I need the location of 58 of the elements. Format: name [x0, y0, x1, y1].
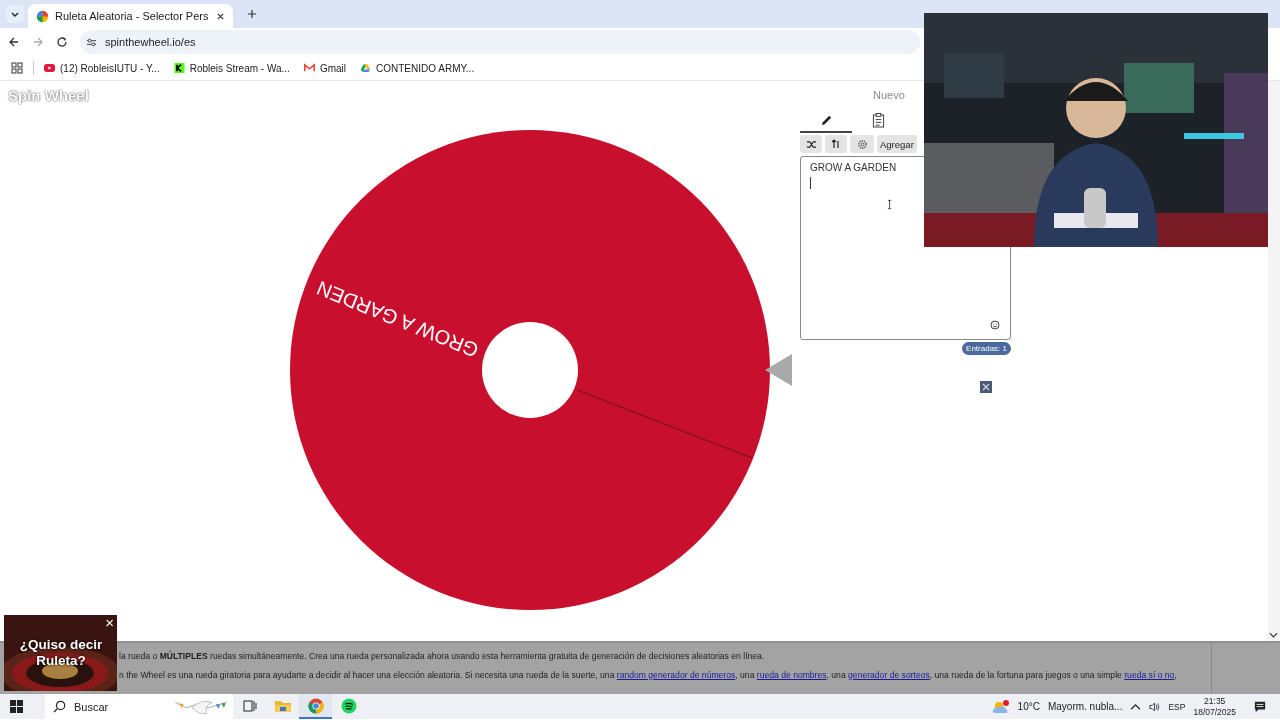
apps-grid-icon[interactable] [11, 62, 23, 74]
settings-icon [856, 138, 868, 150]
add-button[interactable]: Agregar [877, 135, 917, 153]
reload-icon[interactable] [56, 36, 68, 48]
language-text[interactable]: ESP [1168, 701, 1186, 712]
tab-list-icon[interactable] [6, 5, 24, 23]
entries-count-badge: Entradas: 1 [962, 342, 1011, 355]
new-tab-icon[interactable] [247, 9, 257, 19]
ad-headline[interactable]: ¿Quiso decir Ruleta? [10, 637, 112, 669]
play-logo-icon [44, 63, 55, 73]
site-logo[interactable]: Spin Wheel [8, 86, 128, 104]
pencil-icon [819, 113, 833, 127]
bookmark[interactable]: Gmail [303, 62, 346, 74]
pointer-icon [765, 354, 792, 386]
info-paragraph: la rueda o MÚLTIPLES ruedas simultáneamente. Crea una rueda personalizada ahora usando esta herramienta gratuita de generación de decisiones aleatorias en línea. [119, 651, 766, 661]
text-cursor-icon [887, 199, 892, 210]
info-link[interactable]: generador de sorteos [848, 670, 930, 680]
smiley-icon[interactable] [990, 320, 1000, 330]
clipboard-icon [871, 112, 885, 128]
wheel-drawing[interactable] [290, 130, 770, 610]
spotify-icon [340, 697, 357, 714]
clock-date: 18/07/2025 [1193, 706, 1236, 718]
notifications-icon[interactable] [1254, 700, 1266, 713]
sort-button[interactable] [825, 135, 847, 153]
sort-icon [831, 139, 841, 149]
drive-triangle-icon [360, 63, 371, 73]
bookmark[interactable]: Robleis Stream - Wa... [173, 62, 290, 74]
chrome-icon [307, 697, 324, 714]
start-icon[interactable] [10, 700, 23, 713]
clock-time: 21:35 [1204, 695, 1226, 707]
search-icon [53, 700, 66, 713]
chevron-up-icon[interactable] [1130, 701, 1142, 712]
shuffle-icon [805, 139, 817, 149]
temperature-text: 10°C [1017, 701, 1040, 712]
back-icon[interactable] [8, 36, 20, 48]
weather-cloud-icon[interactable] [991, 699, 1010, 714]
address-bar[interactable]: spinthewheel.io/es [80, 30, 920, 54]
settings-button[interactable] [850, 135, 874, 153]
k-logo-icon [173, 63, 185, 73]
scroll-down-icon[interactable] [1269, 632, 1278, 638]
weather-text: Mayorm. nubla... [1047, 701, 1123, 712]
bookmark[interactable]: CONTENIDO ARMY... [360, 62, 475, 74]
folder-icon [274, 698, 291, 713]
taskbar-search-field[interactable]: Buscar [45, 694, 233, 719]
info-paragraph: n the Wheel es una rueda giratoria para ayudarte a decidir al hacer una elección aleatoria. Si necesita una rueda de la suerte, una random generador de números, una rueda de nombres, una generador de sorteos, una rueda de la fortuna para juegos o una simple rueda sí o no, [119, 670, 1178, 680]
new-button[interactable]: Nuevo [873, 89, 905, 101]
mail-icon [303, 63, 315, 73]
url-text: spinthewheel.io/es [105, 36, 196, 48]
site-settings-icon[interactable] [86, 36, 97, 48]
speaker-icon[interactable] [1149, 701, 1161, 712]
close-icon[interactable] [216, 11, 225, 21]
wheel-favicon-icon [36, 9, 49, 23]
bookmark[interactable]: (12) RobleisIUTU - Y... [44, 62, 160, 74]
shuffle-button[interactable] [800, 135, 822, 153]
taskbar-app[interactable] [299, 694, 332, 719]
task-view-icon [242, 698, 257, 713]
close-button[interactable]: × [105, 615, 114, 631]
browser-tab[interactable]: Ruleta Aleatoria - Selector Pers [28, 4, 233, 28]
